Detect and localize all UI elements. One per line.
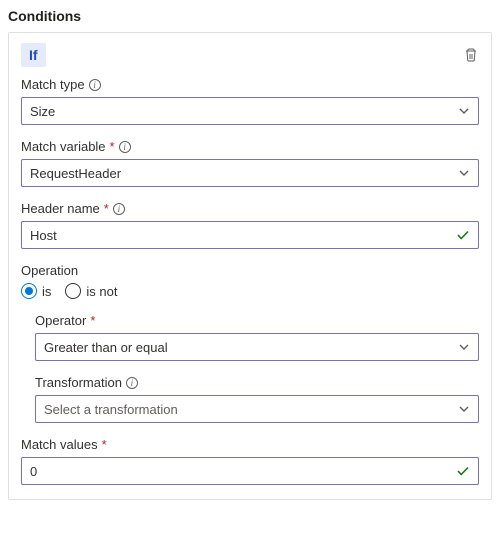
match-variable-field: Match variable * i RequestHeader xyxy=(21,139,479,187)
info-icon[interactable]: i xyxy=(119,141,131,153)
if-chip: If xyxy=(21,43,46,67)
match-variable-value: RequestHeader xyxy=(30,166,121,181)
if-header-row: If xyxy=(21,43,479,67)
operation-field: Operation is is not xyxy=(21,263,479,299)
match-type-value: Size xyxy=(30,104,55,119)
operation-label: Operation xyxy=(21,263,78,278)
checkmark-icon xyxy=(456,228,470,242)
transformation-placeholder: Select a transformation xyxy=(44,402,178,417)
transformation-select[interactable]: Select a transformation xyxy=(35,395,479,423)
match-variable-select[interactable]: RequestHeader xyxy=(21,159,479,187)
match-values-input[interactable]: 0 xyxy=(21,457,479,485)
match-type-field: Match type i Size xyxy=(21,77,479,125)
operation-is-radio[interactable]: is xyxy=(21,283,51,299)
header-name-input[interactable]: Host xyxy=(21,221,479,249)
info-icon[interactable]: i xyxy=(89,79,101,91)
match-values-value: 0 xyxy=(30,464,37,479)
chevron-down-icon xyxy=(458,341,470,353)
header-name-field: Header name * i Host xyxy=(21,201,479,249)
radio-is-not-label: is not xyxy=(86,284,117,299)
match-type-label: Match type xyxy=(21,77,85,92)
required-star: * xyxy=(102,437,107,452)
required-star: * xyxy=(104,201,109,216)
operation-radio-group: is is not xyxy=(21,283,479,299)
chevron-down-icon xyxy=(458,167,470,179)
conditions-panel: If Match type i Size Match variable * i … xyxy=(8,32,492,500)
operator-field: Operator * Greater than or equal xyxy=(21,313,479,361)
transformation-field: Transformation i Select a transformation xyxy=(21,375,479,423)
radio-is-label: is xyxy=(42,284,51,299)
conditions-heading: Conditions xyxy=(8,8,492,24)
info-icon[interactable]: i xyxy=(113,203,125,215)
match-variable-label: Match variable xyxy=(21,139,106,154)
header-name-value: Host xyxy=(30,228,57,243)
chevron-down-icon xyxy=(458,403,470,415)
transformation-label: Transformation xyxy=(35,375,122,390)
match-type-select[interactable]: Size xyxy=(21,97,479,125)
operator-select[interactable]: Greater than or equal xyxy=(35,333,479,361)
operation-is-not-radio[interactable]: is not xyxy=(65,283,117,299)
radio-icon xyxy=(21,283,37,299)
match-values-label: Match values xyxy=(21,437,98,452)
match-values-field: Match values * 0 xyxy=(21,437,479,485)
info-icon[interactable]: i xyxy=(126,377,138,389)
checkmark-icon xyxy=(456,464,470,478)
radio-icon xyxy=(65,283,81,299)
chevron-down-icon xyxy=(458,105,470,117)
required-star: * xyxy=(90,313,95,328)
operator-label: Operator xyxy=(35,313,86,328)
required-star: * xyxy=(110,139,115,154)
operator-value: Greater than or equal xyxy=(44,340,168,355)
header-name-label: Header name xyxy=(21,201,100,216)
delete-icon[interactable] xyxy=(463,47,479,63)
